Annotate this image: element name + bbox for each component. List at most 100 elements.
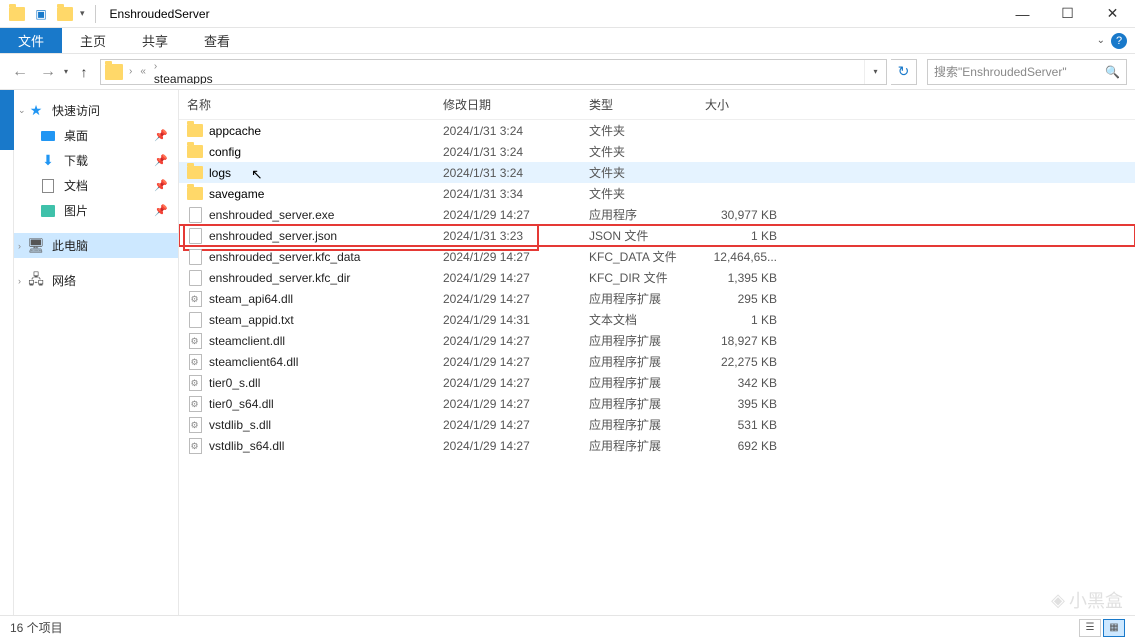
- ribbon-tab-home[interactable]: 主页: [62, 28, 124, 53]
- file-row[interactable]: config2024/1/31 3:24文件夹: [179, 141, 1135, 162]
- nav-quick-access[interactable]: ⌄ ★ 快速访问: [14, 98, 178, 123]
- qat-new-folder-icon[interactable]: [56, 5, 74, 23]
- pin-icon: 📌: [154, 154, 168, 167]
- file-row[interactable]: vstdlib_s.dll2024/1/29 14:27应用程序扩展531 KB: [179, 414, 1135, 435]
- file-size: 692 KB: [705, 439, 785, 453]
- file-size: 22,275 KB: [705, 355, 785, 369]
- file-row[interactable]: enshrouded_server.kfc_dir2024/1/29 14:27…: [179, 267, 1135, 288]
- file-row[interactable]: steam_appid.txt2024/1/29 14:31文本文档1 KB: [179, 309, 1135, 330]
- status-text: 16 个项目: [10, 619, 63, 636]
- file-date: 2024/1/29 14:31: [443, 313, 589, 327]
- ribbon-file-tab[interactable]: 文件: [0, 28, 62, 53]
- download-icon: ⬇: [40, 153, 56, 169]
- file-size: 295 KB: [705, 292, 785, 306]
- ribbon-tab-view[interactable]: 查看: [186, 28, 248, 53]
- file-row[interactable]: enshrouded_server.kfc_data2024/1/29 14:2…: [179, 246, 1135, 267]
- view-details-button[interactable]: ☰: [1079, 619, 1101, 637]
- content-pane: 名称 修改日期 类型 大小 appcache2024/1/31 3:24文件夹 c…: [179, 90, 1135, 615]
- document-icon: [40, 178, 56, 194]
- file-size: 395 KB: [705, 397, 785, 411]
- statusbar: 16 个项目 ☰ ▦: [0, 615, 1135, 639]
- nav-network[interactable]: › 🖧 网络: [14, 268, 178, 293]
- file-date: 2024/1/29 14:27: [443, 397, 589, 411]
- file-name: savegame: [209, 187, 264, 201]
- column-name[interactable]: 名称: [187, 96, 443, 113]
- chevron-right-icon[interactable]: ›: [125, 66, 136, 77]
- ribbon-expand-icon[interactable]: ⌄: [1097, 35, 1105, 46]
- qat-dropdown-icon[interactable]: ▾: [80, 8, 85, 19]
- view-large-icons-button[interactable]: ▦: [1103, 619, 1125, 637]
- file-date: 2024/1/31 3:24: [443, 124, 589, 138]
- window-title: EnshroudedServer: [110, 7, 210, 21]
- file-date: 2024/1/29 14:27: [443, 292, 589, 306]
- file-name: enshrouded_server.kfc_dir: [209, 271, 350, 285]
- chevron-down-icon[interactable]: ⌄: [18, 105, 26, 116]
- chevron-right-icon[interactable]: ›: [18, 276, 21, 286]
- nav-pictures[interactable]: 图片 📌: [14, 198, 178, 223]
- file-size: 18,927 KB: [705, 334, 785, 348]
- file-name: enshrouded_server.json: [209, 229, 337, 243]
- file-row[interactable]: steamclient.dll2024/1/29 14:27应用程序扩展18,9…: [179, 330, 1135, 351]
- nav-desktop[interactable]: 桌面 📌: [14, 123, 178, 148]
- chevron-right-icon[interactable]: «: [136, 66, 150, 77]
- nav-downloads[interactable]: ⬇ 下载 📌: [14, 148, 178, 173]
- pin-icon: 📌: [154, 129, 168, 142]
- file-date: 2024/1/29 14:27: [443, 355, 589, 369]
- nav-this-pc[interactable]: › 🖥 此电脑: [14, 233, 178, 258]
- file-type: 应用程序扩展: [589, 353, 705, 370]
- maximize-button[interactable]: ☐: [1045, 0, 1090, 28]
- file-row[interactable]: tier0_s64.dll2024/1/29 14:27应用程序扩展395 KB: [179, 393, 1135, 414]
- file-row[interactable]: appcache2024/1/31 3:24文件夹: [179, 120, 1135, 141]
- file-row[interactable]: enshrouded_server.json2024/1/31 3:23JSON…: [179, 225, 1135, 246]
- column-date[interactable]: 修改日期: [443, 96, 589, 113]
- file-date: 2024/1/29 14:27: [443, 334, 589, 348]
- file-name: enshrouded_server.exe: [209, 208, 334, 222]
- help-icon[interactable]: ?: [1111, 33, 1127, 49]
- file-row[interactable]: savegame2024/1/31 3:34文件夹: [179, 183, 1135, 204]
- chevron-right-icon[interactable]: ›: [18, 241, 21, 251]
- refresh-button[interactable]: ↻: [891, 59, 917, 85]
- file-name: config: [209, 145, 241, 159]
- file-icon: [187, 249, 203, 265]
- file-row[interactable]: logs2024/1/31 3:24文件夹: [179, 162, 1135, 183]
- columns-header: 名称 修改日期 类型 大小: [179, 90, 1135, 120]
- file-name: vstdlib_s64.dll: [209, 439, 284, 453]
- dll-icon: [187, 354, 203, 370]
- address-dropdown-icon[interactable]: ▾: [864, 60, 886, 84]
- file-name: enshrouded_server.kfc_data: [209, 250, 360, 264]
- nav-back-button[interactable]: ←: [8, 60, 32, 84]
- file-row[interactable]: steamclient64.dll2024/1/29 14:27应用程序扩展22…: [179, 351, 1135, 372]
- close-button[interactable]: ✕: [1090, 0, 1135, 28]
- file-row[interactable]: vstdlib_s64.dll2024/1/29 14:27应用程序扩展692 …: [179, 435, 1135, 456]
- file-size: 531 KB: [705, 418, 785, 432]
- qat-properties-icon[interactable]: ▣: [32, 5, 50, 23]
- breadcrumb[interactable]: steamapps: [150, 72, 258, 85]
- folder-icon: [187, 165, 203, 181]
- left-strip: [0, 90, 14, 615]
- column-type[interactable]: 类型: [589, 96, 705, 113]
- file-date: 2024/1/29 14:27: [443, 418, 589, 432]
- address-bar[interactable]: › « Program Files›EnshroudedServer›steam…: [100, 59, 887, 85]
- file-icon: [187, 207, 203, 223]
- folder-icon: [187, 186, 203, 202]
- file-type: 应用程序扩展: [589, 374, 705, 391]
- ribbon-tab-share[interactable]: 共享: [124, 28, 186, 53]
- nav-documents[interactable]: 文档 📌: [14, 173, 178, 198]
- nav-forward-button[interactable]: →: [36, 60, 60, 84]
- search-placeholder: 搜索"EnshroudedServer": [934, 63, 1067, 80]
- dll-icon: [187, 291, 203, 307]
- nav-history-dropdown-icon[interactable]: ▾: [64, 67, 68, 76]
- file-size: 1 KB: [705, 313, 785, 327]
- minimize-button[interactable]: —: [1000, 0, 1045, 28]
- chevron-right-icon[interactable]: ›: [150, 61, 161, 72]
- file-row[interactable]: enshrouded_server.exe2024/1/29 14:27应用程序…: [179, 204, 1135, 225]
- file-date: 2024/1/31 3:24: [443, 145, 589, 159]
- desktop-icon: [40, 128, 56, 144]
- file-row[interactable]: steam_api64.dll2024/1/29 14:27应用程序扩展295 …: [179, 288, 1135, 309]
- file-type: 文本文档: [589, 311, 705, 328]
- file-row[interactable]: tier0_s.dll2024/1/29 14:27应用程序扩展342 KB: [179, 372, 1135, 393]
- column-size[interactable]: 大小: [705, 96, 785, 113]
- search-input[interactable]: 搜索"EnshroudedServer" 🔍: [927, 59, 1127, 85]
- dll-icon: [187, 333, 203, 349]
- nav-up-button[interactable]: ↑: [72, 60, 96, 84]
